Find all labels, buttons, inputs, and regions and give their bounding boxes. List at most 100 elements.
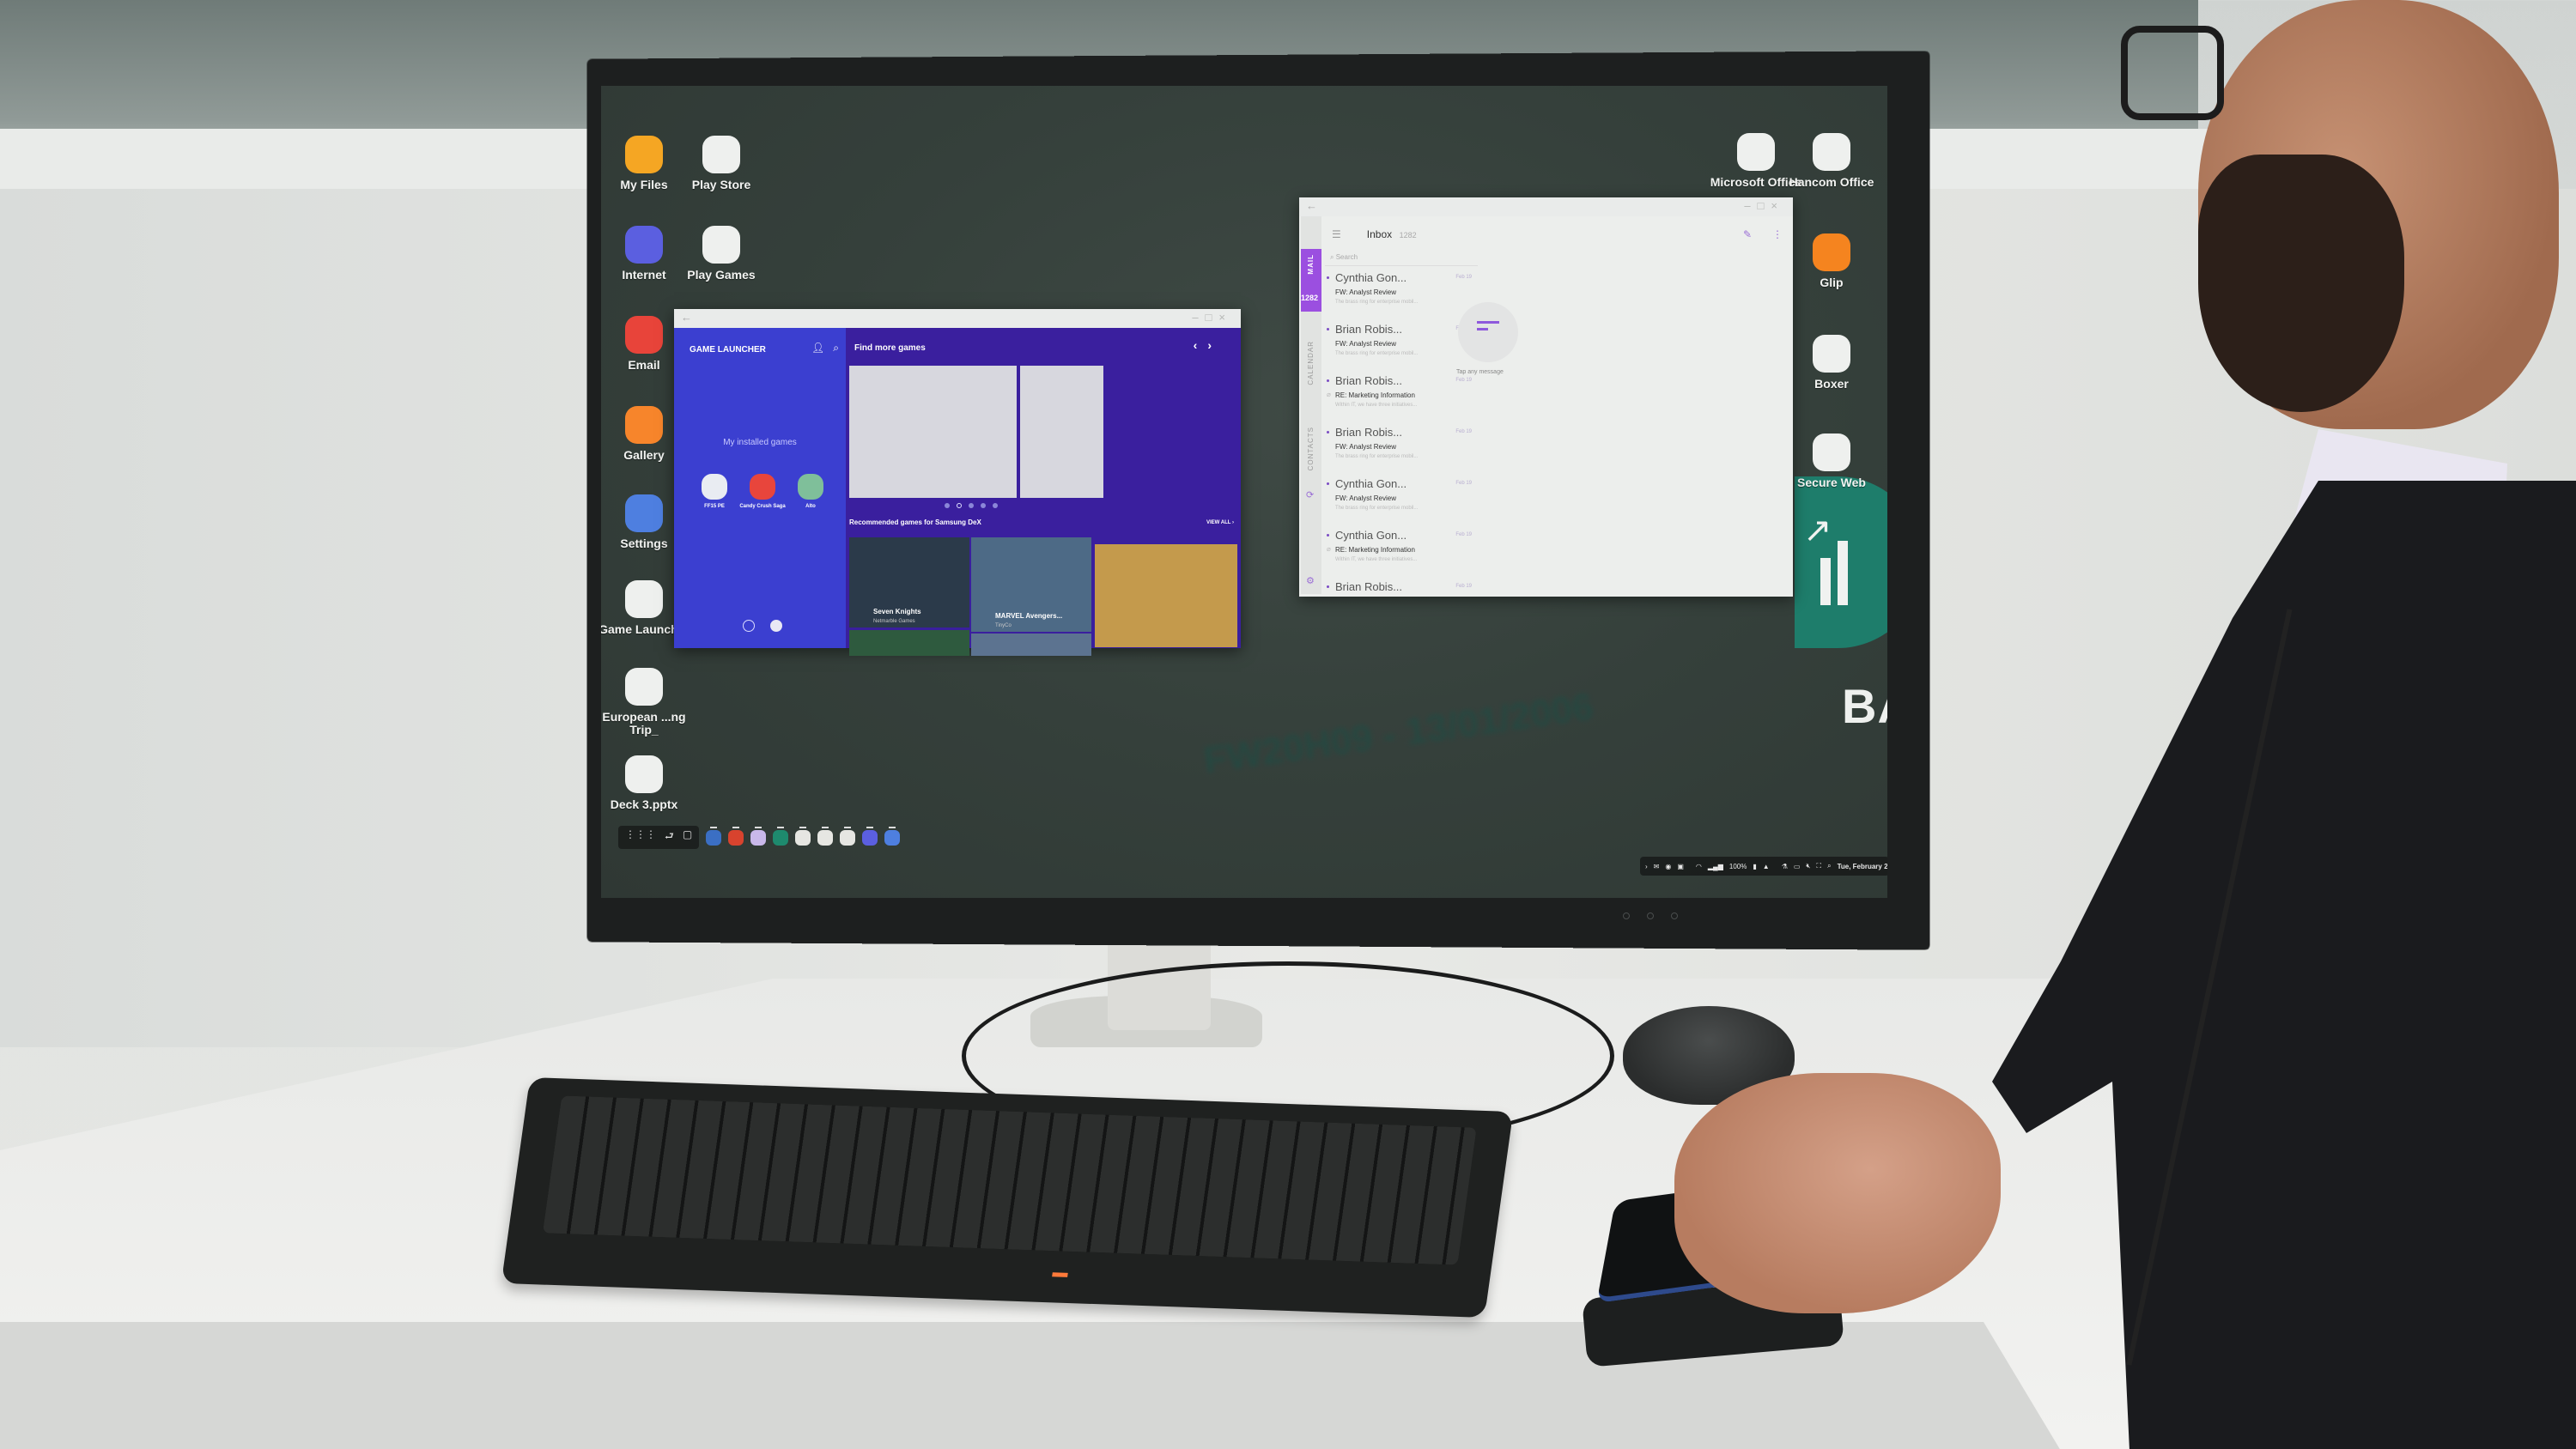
desktop-icon-play-games[interactable]: Play Games	[674, 226, 769, 282]
flask-icon[interactable]: ⚗	[1782, 863, 1788, 870]
clock[interactable]: Tue, February 20 14:52	[1838, 863, 1887, 870]
message-item[interactable]: Brian Robis...Feb 19FW: Analyst ReviewTh…	[1327, 426, 1477, 476]
carousel-prev-icon[interactable]: ‹	[1194, 338, 1208, 352]
monitor-buttons[interactable]	[1623, 908, 1695, 924]
profile-icon[interactable]: 👤︎	[811, 342, 824, 355]
compose-icon[interactable]: ✎	[1743, 228, 1752, 240]
search-icon[interactable]: ⌕	[833, 342, 839, 355]
wifi-icon[interactable]: ◠	[1696, 863, 1702, 870]
window-controls[interactable]: –□×	[1744, 199, 1784, 212]
maximize-icon[interactable]: □	[1758, 199, 1771, 212]
eject-icon[interactable]: ▲	[1763, 863, 1770, 870]
installed-game[interactable]: Candy Crush Saga	[739, 474, 786, 509]
back-nav-icon[interactable]: ⮐	[665, 828, 674, 846]
game-tools-icon[interactable]	[770, 620, 782, 632]
expand-tray-icon[interactable]: ›	[1645, 863, 1648, 870]
unread-dot	[1327, 585, 1329, 588]
email-icon	[625, 316, 663, 354]
carousel-banner-next[interactable]	[1020, 366, 1103, 498]
desktop-icon-hancom-office[interactable]: Hancom Office	[1784, 133, 1879, 189]
find-more-games-title: Find more games	[854, 343, 926, 353]
carousel-dot[interactable]	[945, 503, 950, 508]
tab-mail[interactable]: MAIL 1282	[1301, 249, 1321, 312]
notification-icon[interactable]: ◉	[1665, 863, 1671, 870]
sync-icon[interactable]: ⟳	[1306, 489, 1314, 500]
message-item[interactable]: Cynthia Gon... Feb 19 FW: Analyst Review Th…	[1327, 271, 1477, 321]
carousel-next-icon[interactable]: ›	[1207, 338, 1222, 352]
message-date: Feb 19	[1455, 481, 1472, 486]
settings-icon[interactable]: ⚙	[1306, 575, 1315, 586]
maximize-icon[interactable]: □	[1206, 311, 1219, 324]
close-icon[interactable]: ×	[1771, 199, 1784, 212]
desktop-icon-boxer[interactable]: Boxer	[1784, 335, 1879, 391]
message-item[interactable]: Cynthia Gon... Feb 19 ⌀ RE: Marketing Infor…	[1327, 529, 1477, 579]
game-icon	[750, 474, 775, 500]
installed-game[interactable]: FF15 PE	[700, 474, 729, 509]
recommended-game-tile[interactable]: MARVEL Avengers... TinyCo	[971, 537, 1091, 632]
mute-icon[interactable]: 🔇︎	[1806, 862, 1810, 870]
search-icon[interactable]: ⌕	[1827, 862, 1831, 870]
desktop-icon-european-ng-trip[interactable]: European ...ng Trip_	[601, 668, 691, 737]
message-item[interactable]: Cynthia Gon... Feb 19 FW: Analyst Review Th…	[1327, 477, 1477, 527]
mail-window[interactable]: ← –□× CALENDAR CONTACTS ⟳ ⚙ MAIL 1282 ☰ …	[1299, 197, 1793, 597]
sound-toggle-icon[interactable]	[743, 620, 755, 632]
screenshot-icon[interactable]: ⛶	[1816, 862, 1821, 870]
back-icon[interactable]: ←	[1306, 199, 1317, 212]
close-icon[interactable]: ×	[1218, 311, 1232, 324]
desktop-icon-play-store[interactable]: Play Store	[674, 136, 769, 191]
unread-badge: 1282	[1301, 294, 1319, 302]
carousel-indicator[interactable]	[945, 503, 998, 508]
game-launcher-window[interactable]: ← –□× GAME LAUNCHER 👤︎ ⌕ ⋮ My installed …	[674, 309, 1241, 656]
message-item[interactable]: Brian Robis...Feb 19FW: Analyst ReviewTh…	[1327, 323, 1477, 373]
desktop-icon-secure-web[interactable]: Secure Web	[1784, 433, 1879, 489]
carousel-dot[interactable]	[981, 503, 986, 508]
carousel-banner[interactable]	[849, 366, 1017, 498]
apps-grid-icon[interactable]: ⋮⋮⋮	[625, 828, 656, 846]
signal-icon: ▂▄▆	[1707, 862, 1723, 870]
search-placeholder: Search	[1335, 253, 1358, 261]
screen-icon[interactable]: ▭	[1794, 863, 1801, 870]
taskbar-settings-icon[interactable]	[884, 826, 901, 846]
taskbar-mail-app-icon[interactable]	[750, 826, 767, 846]
app-title: GAME LAUNCHER	[690, 345, 766, 355]
dex-desktop[interactable]: FW20H09 - 13/01/2006 ↗ BANK My FilesPlay…	[601, 86, 1887, 898]
carousel-dot[interactable]	[969, 503, 974, 508]
window-controls[interactable]: –□×	[1192, 311, 1232, 324]
menu-icon[interactable]: ☰	[1332, 228, 1341, 240]
message-sender: Brian Robis...	[1335, 374, 1403, 387]
notification-lock-icon[interactable]: ▣	[1677, 863, 1684, 870]
view-all-link[interactable]: VIEW ALL ›	[1206, 520, 1234, 525]
folder-count: 1282	[1399, 231, 1417, 239]
message-item[interactable]: Brian Robis... Feb 19	[1327, 580, 1477, 630]
notification-mail-icon[interactable]: ✉	[1654, 863, 1660, 870]
carousel-dot[interactable]	[957, 503, 962, 508]
minimize-icon[interactable]: –	[1192, 311, 1205, 324]
search-input[interactable]: ⌕ Search	[1325, 249, 1478, 266]
taskbar-word-icon[interactable]	[706, 826, 722, 846]
carousel-dot[interactable]	[993, 503, 998, 508]
desktop-icon-deck-3-pptx[interactable]: Deck 3.pptx	[601, 755, 691, 811]
window-titlebar[interactable]: ← –□×	[674, 309, 1241, 328]
tab-calendar[interactable]: CALENDAR	[1307, 341, 1315, 385]
window-titlebar[interactable]: ← –□×	[1299, 197, 1793, 216]
taskbar-powerpoint-icon[interactable]	[728, 826, 744, 846]
message-item[interactable]: Brian Robis... Feb 19 ⌀ RE: Marketing Infor…	[1327, 374, 1477, 424]
taskbar-internet-icon[interactable]	[862, 826, 878, 846]
recommended-game-tile[interactable]	[849, 630, 969, 656]
more-options-icon[interactable]: ⋮	[1772, 228, 1783, 240]
taskbar-game-launcher-icon[interactable]	[817, 826, 834, 846]
message-list[interactable]: ☰ Inbox 1282 ⌕ Search Cynthia Gon... Feb …	[1323, 215, 1482, 597]
taskbar: ⋮⋮⋮ ⮐ ▢	[618, 826, 901, 849]
installed-game[interactable]: Alto	[796, 474, 825, 509]
taskbar-stocks-app-icon[interactable]	[773, 826, 789, 846]
tab-contacts[interactable]: CONTACTS	[1307, 427, 1315, 470]
recommended-game-tile[interactable]	[971, 634, 1091, 656]
taskbar-ff15-icon[interactable]	[840, 826, 856, 846]
back-icon[interactable]: ←	[681, 311, 692, 324]
recommended-game-tile[interactable]: Seven Knights Netmarble Games	[849, 537, 969, 627]
minimize-icon[interactable]: –	[1744, 199, 1757, 212]
recommended-game-tile[interactable]	[1095, 544, 1237, 647]
desktop-icon-glip[interactable]: Glip	[1784, 233, 1879, 289]
taskbar-contacts-app-icon[interactable]	[795, 826, 811, 846]
recents-icon[interactable]: ▢	[683, 828, 692, 846]
